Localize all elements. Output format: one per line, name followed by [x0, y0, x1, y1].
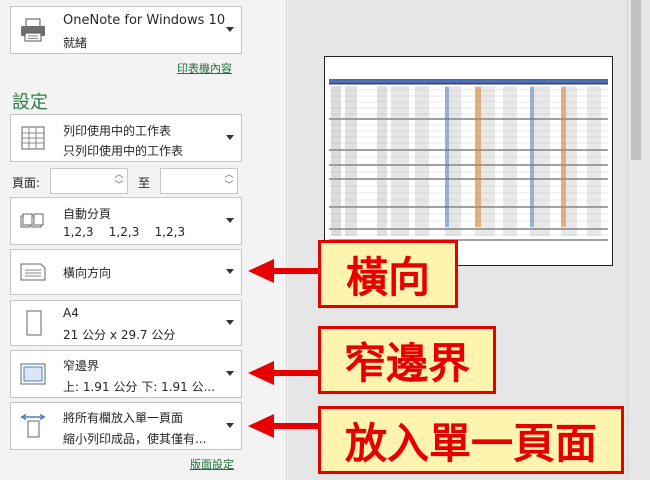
- callout-scaling: 放入單一頁面: [318, 406, 624, 474]
- callout-orientation: 橫向: [318, 240, 458, 308]
- callout-margins: 窄邊界: [318, 326, 496, 394]
